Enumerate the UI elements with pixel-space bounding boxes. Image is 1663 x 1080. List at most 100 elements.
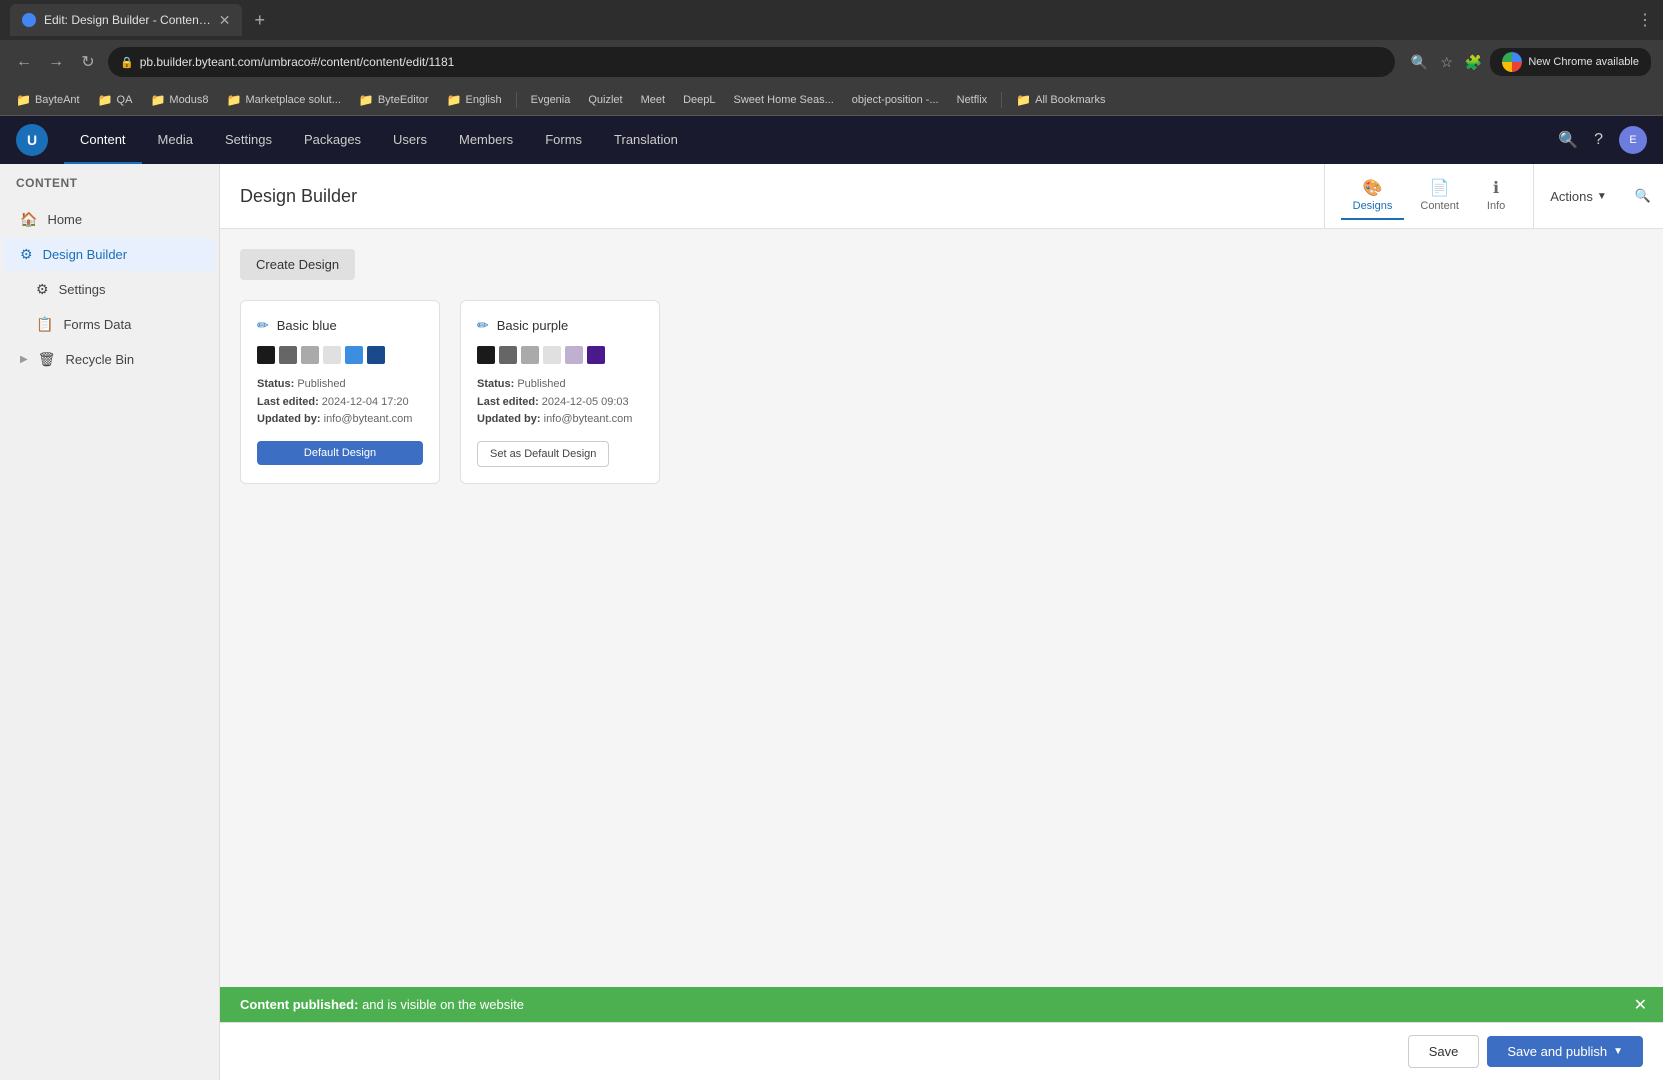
folder-icon: 📁 [98, 93, 113, 107]
address-bar: ← → ↻ 🔒 pb.builder.byteant.com/umbraco#/… [0, 40, 1663, 84]
nav-item-label: Content [80, 132, 126, 147]
nav-item-forms[interactable]: Forms [529, 116, 598, 164]
sidebar-item-forms-data[interactable]: 📋 Forms Data [4, 308, 215, 341]
search-icon[interactable]: 🔍 [1411, 54, 1428, 71]
bookmark-english[interactable]: 📁 English [439, 88, 510, 112]
bookmark-evgenia[interactable]: Evgenia [523, 88, 579, 112]
page-header-tabs: 🎨 Designs 📄 Content ℹ Info [1324, 164, 1534, 228]
app-logo[interactable]: U [16, 124, 48, 156]
content-tab-icon: 📄 [1430, 178, 1450, 198]
nav-item-translation[interactable]: Translation [598, 116, 694, 164]
nav-item-packages[interactable]: Packages [288, 116, 377, 164]
url-text: pb.builder.byteant.com/umbraco#/content/… [140, 55, 1383, 69]
swatch-1 [477, 346, 495, 364]
design-card-basic-purple: ✏ Basic purple Status: Publish [460, 300, 660, 484]
tab-info[interactable]: ℹ Info [1475, 172, 1517, 220]
bookmark-deepl[interactable]: DeepL [675, 88, 723, 112]
notification-message: and is visible on the website [362, 997, 524, 1012]
main-layout: Content 🏠 Home ⚙ Design Builder ⚙ Settin… [0, 164, 1663, 1080]
nav-item-content[interactable]: Content [64, 116, 142, 164]
nav-item-label: Media [158, 132, 193, 147]
bookmark-modus8[interactable]: 📁 Modus8 [142, 88, 216, 112]
nav-item-media[interactable]: Media [142, 116, 209, 164]
bookmark-sweethome[interactable]: Sweet Home Seas... [726, 88, 842, 112]
back-button[interactable]: ← [12, 53, 36, 71]
tab-designs[interactable]: 🎨 Designs [1341, 172, 1405, 220]
design-info: Status: Published Last edited: 2024-12-0… [257, 376, 423, 429]
swatch-3 [521, 346, 539, 364]
actions-button[interactable]: Actions ▼ [1533, 164, 1623, 228]
swatch-1 [257, 346, 275, 364]
create-design-button[interactable]: Create Design [240, 249, 355, 280]
folder-icon: 📁 [16, 93, 31, 107]
recycle-bin-icon: 🗑 [38, 351, 56, 368]
bookmark-label: English [466, 94, 502, 106]
browser-extend-button[interactable]: ⋮ [1637, 10, 1653, 30]
design-builder-icon: ⚙ [20, 246, 33, 263]
bookmark-label: DeepL [683, 94, 715, 106]
designs-grid: ✏ Basic blue Status: Published [240, 300, 1643, 484]
bookmark-object-position[interactable]: object-position -... [844, 88, 947, 112]
nav-item-label: Translation [614, 132, 678, 147]
sidebar-item-settings[interactable]: ⚙ Settings [4, 273, 215, 306]
tab-label: Content [1420, 200, 1459, 212]
sidebar-item-recycle-bin[interactable]: ▶ 🗑 Recycle Bin [4, 343, 215, 376]
tab-close-button[interactable]: ✕ [219, 12, 231, 29]
color-swatches [257, 346, 423, 364]
design-card-header: ✏ Basic blue [257, 317, 423, 334]
bookmark-label: QA [117, 94, 133, 106]
search-nav-icon[interactable]: 🔍 [1558, 130, 1578, 150]
nav-item-members[interactable]: Members [443, 116, 529, 164]
swatch-3 [301, 346, 319, 364]
sidebar: Content 🏠 Home ⚙ Design Builder ⚙ Settin… [0, 164, 220, 1080]
color-swatches [477, 346, 643, 364]
notification-text: Content published: and is visible on the… [240, 997, 524, 1012]
last-edited-label: Last edited: 2024-12-05 09:03 [477, 396, 629, 408]
browser-tab[interactable]: Edit: Design Builder - Conten… ✕ [10, 4, 242, 36]
user-avatar[interactable]: E [1619, 126, 1647, 154]
bookmark-marketplace[interactable]: 📁 Marketplace solut... [219, 88, 349, 112]
save-and-publish-button[interactable]: Save and publish ▼ [1487, 1036, 1643, 1067]
bookmark-separator-2 [1001, 92, 1002, 108]
nav-item-users[interactable]: Users [377, 116, 443, 164]
folder-icon: 📁 [150, 93, 165, 107]
content-search-button[interactable]: 🔍 [1623, 164, 1663, 228]
bookmark-all[interactable]: 📁 All Bookmarks [1008, 88, 1113, 112]
help-nav-icon[interactable]: ? [1594, 131, 1603, 149]
save-button[interactable]: Save [1408, 1035, 1480, 1068]
bookmark-byteeditor[interactable]: 📁 ByteEditor [351, 88, 437, 112]
bookmark-meet[interactable]: Meet [633, 88, 673, 112]
settings-icon: ⚙ [36, 281, 49, 298]
address-input[interactable]: 🔒 pb.builder.byteant.com/umbraco#/conten… [108, 47, 1395, 77]
default-design-button[interactable]: Default Design [257, 441, 423, 465]
bookmark-label: Marketplace solut... [246, 94, 341, 106]
sidebar-item-label: Home [47, 212, 199, 227]
sidebar-item-design-builder[interactable]: ⚙ Design Builder [4, 238, 215, 271]
set-default-design-button[interactable]: Set as Default Design [477, 441, 609, 467]
status-label: Status: Published [257, 378, 346, 390]
nav-item-label: Settings [225, 132, 272, 147]
notification-bar: Content published: and is visible on the… [220, 987, 1663, 1022]
new-chrome-text: New Chrome available [1528, 56, 1639, 68]
tab-content[interactable]: 📄 Content [1408, 172, 1471, 220]
home-icon: 🏠 [20, 211, 37, 228]
bookmark-qa[interactable]: 📁 QA [90, 88, 141, 112]
new-chrome-badge[interactable]: New Chrome available [1490, 48, 1651, 76]
bookmark-icon[interactable]: ☆ [1440, 54, 1453, 71]
extensions-icon[interactable]: 🧩 [1465, 54, 1482, 71]
nav-item-settings[interactable]: Settings [209, 116, 288, 164]
sidebar-item-home[interactable]: 🏠 Home [4, 203, 215, 236]
forward-button[interactable]: → [44, 53, 68, 71]
reload-button[interactable]: ↻ [76, 52, 100, 72]
bookmark-netflix[interactable]: Netflix [949, 88, 996, 112]
bookmark-bayteant[interactable]: 📁 BayteAnt [8, 88, 88, 112]
nav-item-label: Members [459, 132, 513, 147]
bookmark-label: Meet [641, 94, 665, 106]
notification-close-button[interactable]: ✕ [1634, 995, 1647, 1015]
bookmark-quizlet[interactable]: Quizlet [580, 88, 630, 112]
edit-icon: ✏ [257, 317, 269, 334]
swatch-4 [323, 346, 341, 364]
tab-label: Info [1487, 200, 1505, 212]
new-tab-button[interactable]: + [254, 10, 265, 31]
search-icon: 🔍 [1635, 188, 1651, 204]
